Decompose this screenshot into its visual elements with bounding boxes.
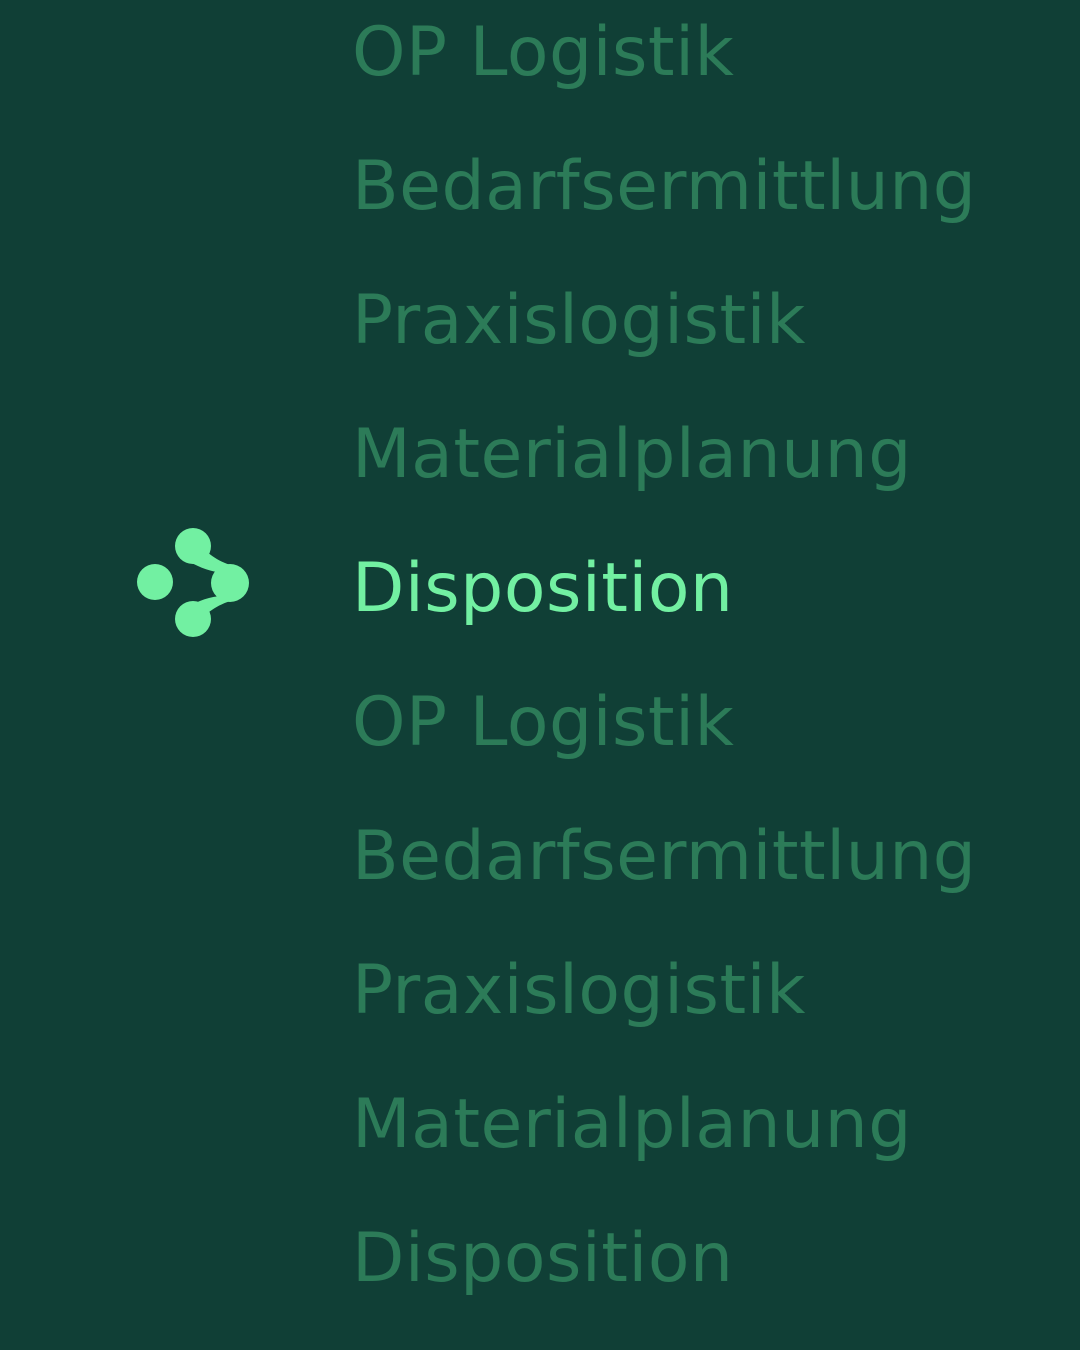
option-picker[interactable]: OP Logistik Bedarfsermittlung Praxislogi… <box>0 0 1080 1350</box>
picker-item[interactable]: Materialplanung <box>352 1058 912 1192</box>
picker-item[interactable]: OP Logistik <box>352 0 734 120</box>
picker-item[interactable]: Bedarfsermittlung <box>352 790 976 924</box>
picker-item[interactable]: Bedarfsermittlung <box>352 120 976 254</box>
picker-item-selected[interactable]: Disposition <box>352 522 734 656</box>
picker-item[interactable]: Materialplanung <box>352 388 912 522</box>
picker-item[interactable]: Disposition <box>352 1192 734 1326</box>
picker-item[interactable]: Praxislogistik <box>352 924 806 1058</box>
arrow-node-icon <box>137 528 249 637</box>
picker-item[interactable]: Praxislogistik <box>352 254 806 388</box>
picker-item[interactable]: OP Logistik <box>352 656 734 790</box>
